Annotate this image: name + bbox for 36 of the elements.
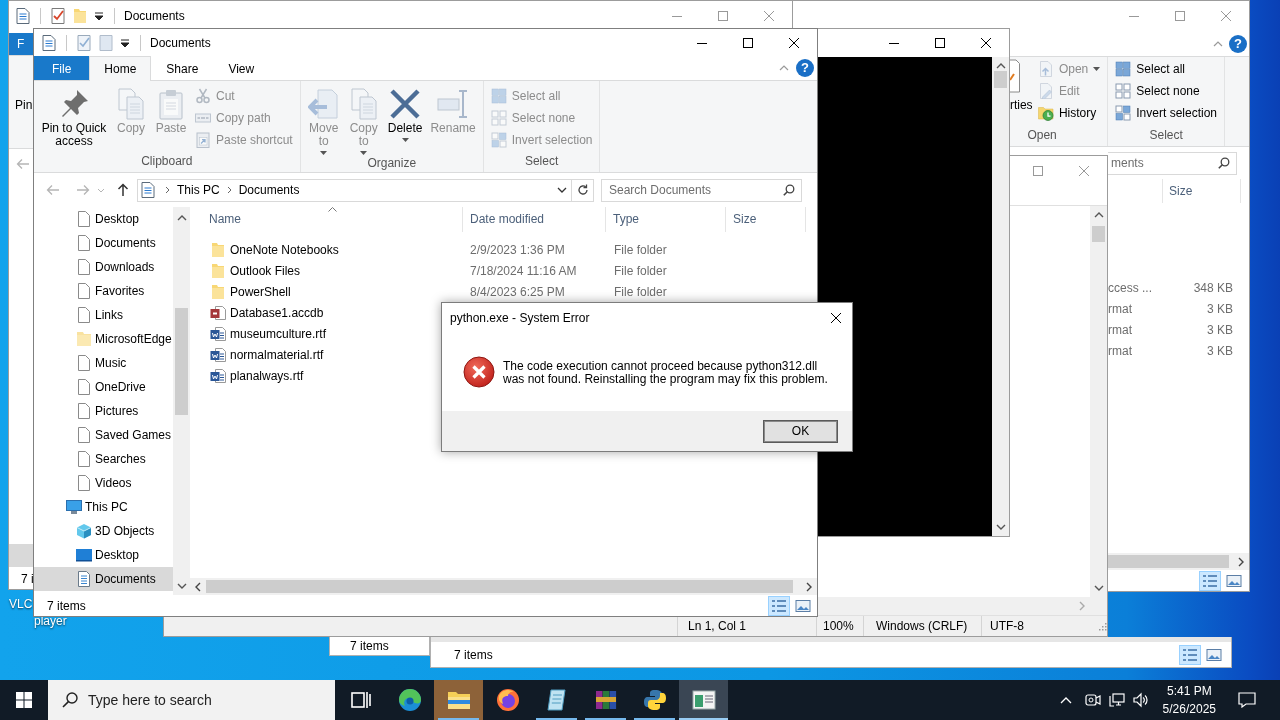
ribbon-group-label: Clipboard	[141, 154, 193, 168]
file-name: PowerShell	[230, 284, 291, 299]
file-name: Outlook Files	[230, 263, 301, 278]
window-title: Documents	[124, 9, 185, 23]
ribbon-group-label: Open	[1027, 128, 1057, 142]
dialog-title: python.exe - System Error	[450, 311, 590, 325]
file-name: museumculture.rtf	[230, 326, 327, 341]
status-field: Windows (CRLF)	[863, 615, 981, 636]
file-type: File folder	[614, 263, 667, 278]
status-text: 7 i	[21, 572, 34, 586]
file-size: 3 KB	[1206, 343, 1234, 358]
date-modified: 7/18/2024 11:16 AM	[470, 263, 577, 278]
error-message: The code execution cannot proceed because python312.dll was not found. Reinstalling the program may fix this problem.	[503, 360, 829, 386]
status-text: 7 items	[349, 638, 390, 655]
ribbon-group-label: Select	[524, 154, 559, 168]
table-cell-text: rmat	[1108, 301, 1133, 316]
date-modified: 2/9/2023 1:36 PM	[470, 242, 565, 257]
status-text: 7 items	[454, 647, 493, 662]
file-type: File folder	[614, 284, 667, 299]
file-type: File folder	[614, 242, 667, 257]
table-cell-text: ccess ...	[1108, 280, 1153, 295]
status-text: 7 items	[47, 598, 86, 613]
file-name: planalways.rtf	[230, 368, 304, 383]
file-size: 3 KB	[1206, 322, 1234, 337]
file-size: 3 KB	[1206, 301, 1234, 316]
table-cell-text: rmat	[1108, 322, 1133, 337]
table-cell-text: rmat	[1108, 343, 1133, 358]
file-name: OneNote Notebooks	[230, 242, 339, 257]
status-field: UTF-8	[981, 615, 1093, 636]
window-title: Documents	[150, 35, 211, 50]
ribbon-group-label: Select	[1149, 128, 1183, 142]
file-size: 348 KB	[1192, 280, 1234, 295]
date-modified: 8/4/2023 6:25 PM	[470, 284, 565, 299]
ribbon-group-label: Organize	[367, 156, 417, 170]
file-name: normalmaterial.rtf	[230, 347, 324, 362]
file-name: Database1.accdb	[230, 305, 324, 320]
